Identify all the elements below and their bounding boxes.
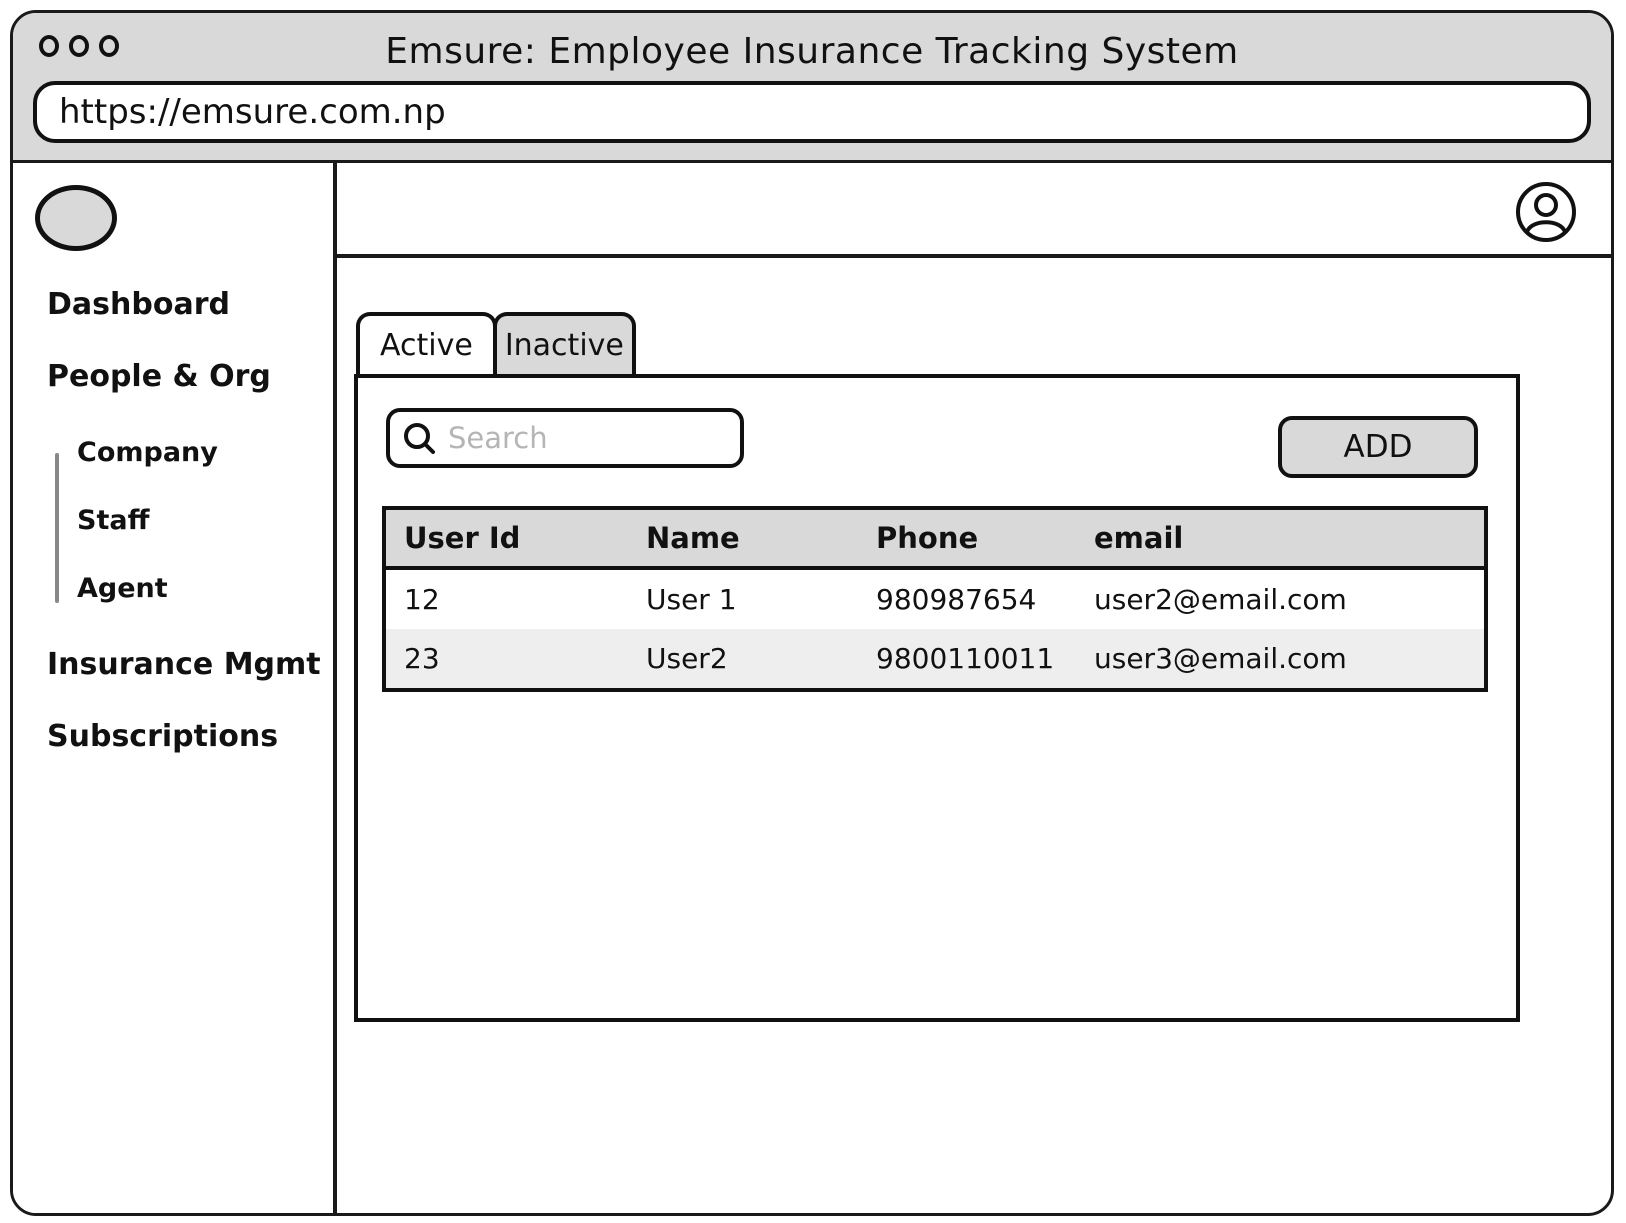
table-row[interactable]: 23 User2 9800110011 user3@email.com [386, 629, 1484, 688]
add-button[interactable]: ADD [1278, 416, 1478, 478]
cell-email: user3@email.com [1094, 642, 1347, 675]
avatar-icon[interactable] [1515, 181, 1577, 243]
column-header-user-id[interactable]: User Id [404, 521, 520, 555]
cell-phone: 9800110011 [876, 642, 1055, 675]
sidebar-subitem-company[interactable]: Company [77, 437, 218, 468]
column-header-phone[interactable]: Phone [876, 521, 978, 555]
sidebar-item-insurance-mgmt[interactable]: Insurance Mgmt [47, 647, 321, 682]
cell-email: user2@email.com [1094, 583, 1347, 616]
submenu-indicator [55, 453, 59, 603]
cell-name: User2 [646, 642, 728, 675]
logo-placeholder [35, 185, 117, 251]
tab-inactive[interactable]: Inactive [492, 312, 636, 374]
sidebar-subitem-staff[interactable]: Staff [77, 505, 149, 536]
top-bar [337, 163, 1611, 258]
tab-bar: Active Inactive [356, 312, 636, 374]
column-header-email[interactable]: email [1094, 521, 1183, 555]
content-panel: Search ADD User Id Name Phone email 12 U… [354, 374, 1520, 1022]
tab-active[interactable]: Active [356, 312, 497, 374]
search-icon [404, 423, 435, 454]
search-placeholder: Search [448, 421, 548, 455]
title-bar: Emsure: Employee Insurance Tracking Syst… [13, 13, 1611, 163]
address-bar[interactable]: https://emsure.com.np [33, 81, 1591, 143]
search-input[interactable]: Search [386, 408, 744, 468]
sidebar-item-people-org[interactable]: People & Org [47, 359, 271, 394]
url-text: https://emsure.com.np [59, 92, 446, 132]
sidebar: Dashboard People & Org Company Staff Age… [13, 163, 337, 1213]
table-header: User Id Name Phone email [386, 510, 1484, 570]
cell-user-id: 23 [404, 642, 440, 675]
user-table: User Id Name Phone email 12 User 1 98098… [382, 506, 1488, 692]
sidebar-subitem-agent[interactable]: Agent [77, 573, 168, 604]
cell-name: User 1 [646, 583, 737, 616]
sidebar-item-dashboard[interactable]: Dashboard [47, 287, 230, 322]
cell-user-id: 12 [404, 583, 440, 616]
column-header-name[interactable]: Name [646, 521, 740, 555]
sidebar-item-subscriptions[interactable]: Subscriptions [47, 719, 278, 754]
table-row[interactable]: 12 User 1 980987654 user2@email.com [386, 570, 1484, 629]
cell-phone: 980987654 [876, 583, 1037, 616]
window-title: Emsure: Employee Insurance Tracking Syst… [385, 31, 1239, 72]
